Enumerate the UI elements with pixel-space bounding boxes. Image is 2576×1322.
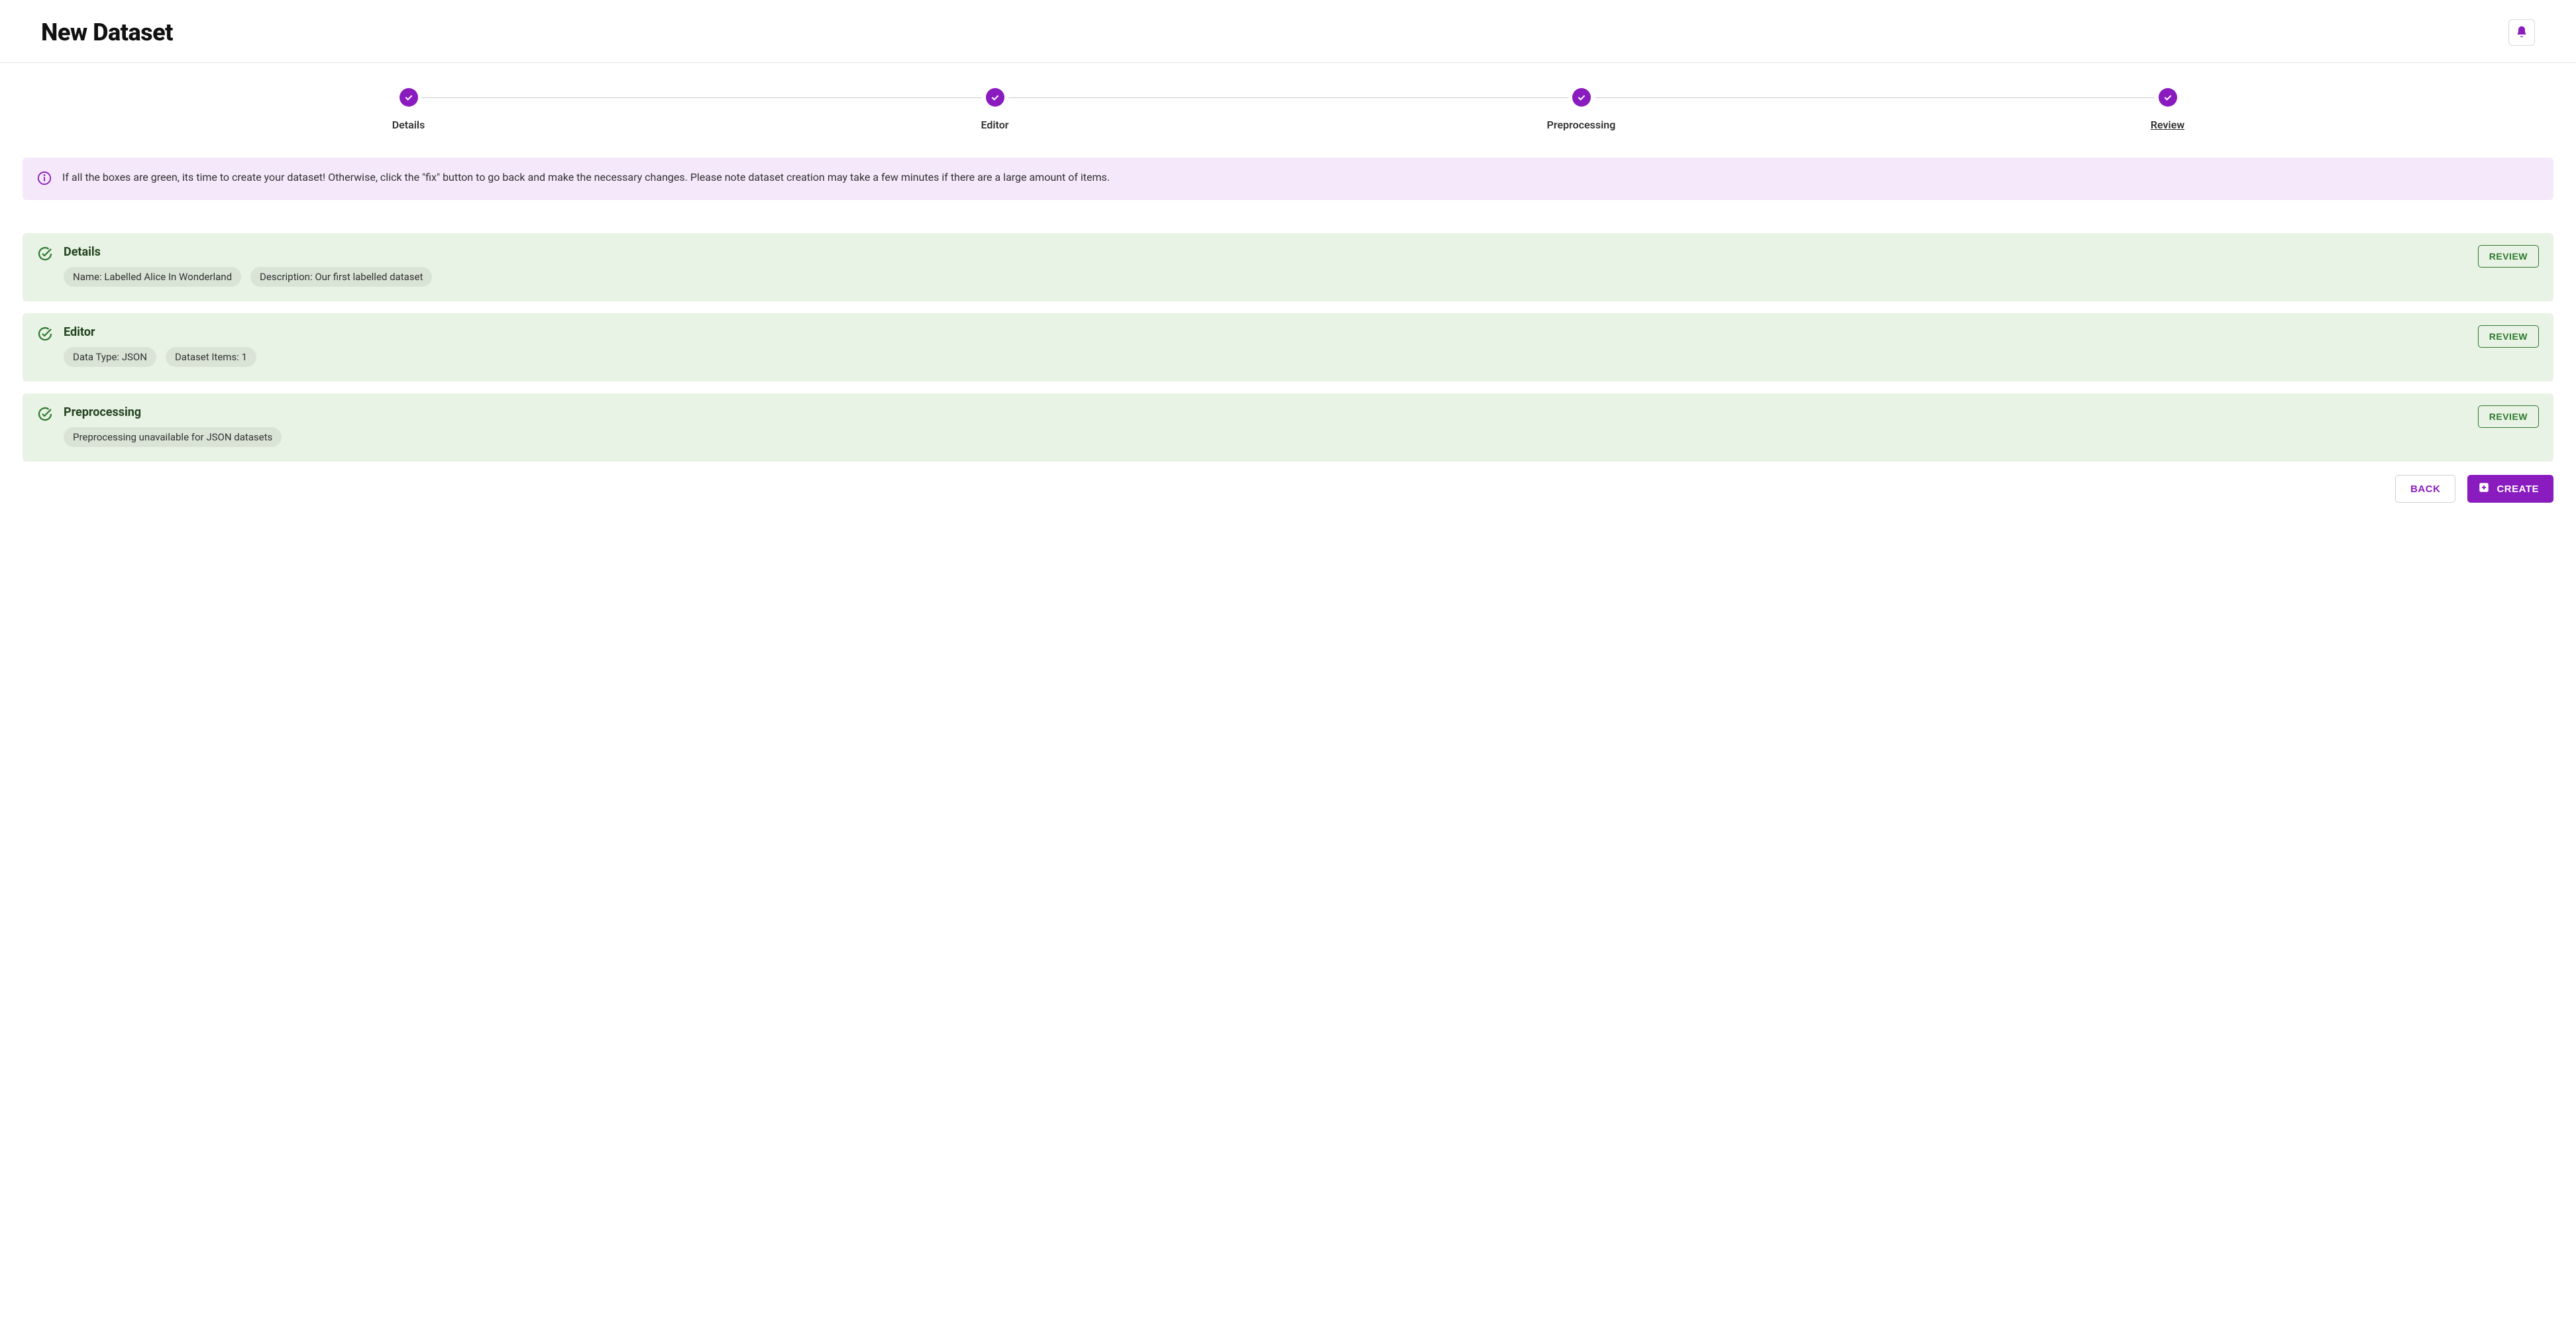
back-button[interactable]: BACK [2395,475,2455,503]
page-title: New Dataset [41,19,173,46]
chip: Dataset Items: 1 [166,347,256,367]
step-editor[interactable]: Editor [702,88,1288,131]
card-title: Editor [64,325,2467,339]
notifications-button[interactable] [2508,19,2535,46]
card-body: Details Name: Labelled Alice In Wonderla… [64,245,2467,287]
page-header: New Dataset [0,0,2576,63]
card-title: Details [64,245,2467,259]
check-circle-icon [1572,88,1591,107]
chip-row: Preprocessing unavailable for JSON datas… [64,427,2467,447]
check-circle-icon [986,88,1004,107]
review-preprocessing-button[interactable]: REVIEW [2478,405,2539,428]
create-label: CREATE [2496,483,2539,495]
chip-row: Data Type: JSON Dataset Items: 1 [64,347,2467,367]
review-card-editor: Editor Data Type: JSON Dataset Items: 1 … [23,313,2553,381]
review-card-preprocessing: Preprocessing Preprocessing unavailable … [23,393,2553,462]
check-circle-icon [37,326,53,342]
chip: Preprocessing unavailable for JSON datas… [64,427,282,447]
step-label: Preprocessing [1547,119,1616,131]
chip: Description: Our first labelled dataset [250,267,432,287]
review-details-button[interactable]: REVIEW [2478,245,2539,268]
bell-icon [2515,25,2528,40]
chip: Name: Labelled Alice In Wonderland [64,267,241,287]
stepper: Details Editor Preprocessing Review [23,63,2553,158]
check-circle-icon [400,88,418,107]
review-editor-button[interactable]: REVIEW [2478,325,2539,348]
step-preprocessing[interactable]: Preprocessing [1288,88,1874,131]
create-button[interactable]: CREATE [2467,475,2553,503]
info-banner: If all the boxes are green, its time to … [23,158,2553,200]
step-label: Editor [981,119,1008,131]
step-review[interactable]: Review [1874,88,2461,131]
card-title: Preprocessing [64,405,2467,419]
card-body: Preprocessing Preprocessing unavailable … [64,405,2467,447]
info-icon [37,170,52,188]
check-circle-icon [37,406,53,422]
info-text: If all the boxes are green, its time to … [62,170,1110,185]
review-card-details: Details Name: Labelled Alice In Wonderla… [23,233,2553,301]
content: Details Editor Preprocessing Review [0,63,2576,523]
step-details[interactable]: Details [115,88,702,131]
check-circle-icon [2159,88,2177,107]
card-body: Editor Data Type: JSON Dataset Items: 1 [64,325,2467,367]
step-label: Details [392,119,425,131]
chip: Data Type: JSON [64,347,156,367]
step-label: Review [2151,119,2184,131]
plus-icon [2478,482,2490,496]
chip-row: Name: Labelled Alice In Wonderland Descr… [64,267,2467,287]
check-circle-icon [37,246,53,262]
footer-actions: BACK CREATE [23,475,2553,503]
